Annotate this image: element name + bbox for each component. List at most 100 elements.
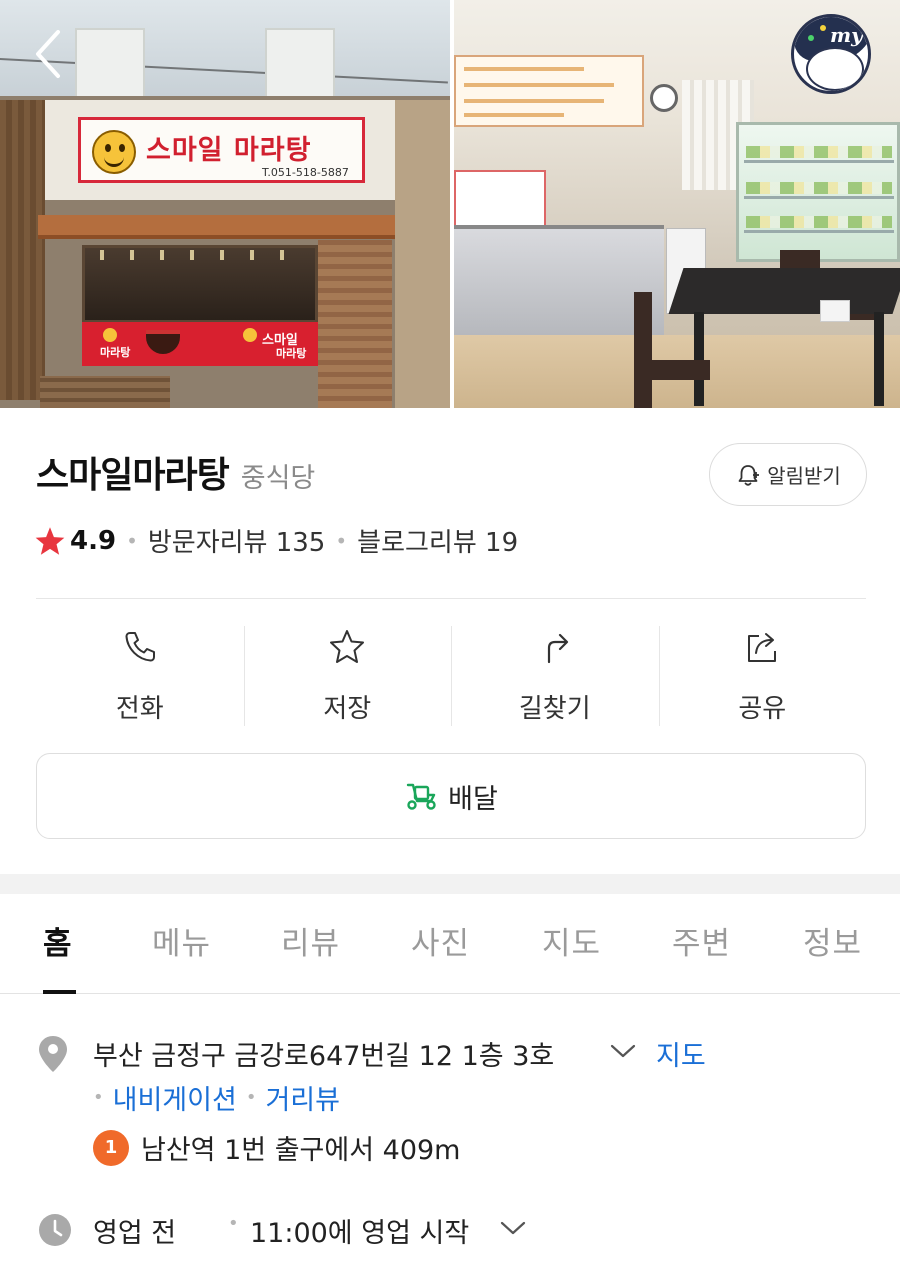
tab-photos[interactable]: 사진 <box>411 918 470 963</box>
table-leg <box>874 312 884 406</box>
avatar-label: my <box>830 23 863 47</box>
menu-line <box>464 67 584 71</box>
place-name: 스마일마라탕 <box>36 455 230 496</box>
signboard-phone: T.051-518-5887 <box>262 166 349 179</box>
hours-state: 영업 전 <box>93 1218 177 1249</box>
divider <box>36 598 866 599</box>
tab-nearby[interactable]: 주변 <box>672 918 731 963</box>
menu-line <box>464 113 564 117</box>
share-button[interactable]: 공유 <box>658 626 867 726</box>
share-label: 공유 <box>738 694 787 724</box>
display-shelf <box>744 230 894 233</box>
separator-dot: • <box>335 528 348 553</box>
save-label: 저장 <box>323 694 372 724</box>
tab-reviews[interactable]: 리뷰 <box>281 918 340 963</box>
side-wood-panel <box>318 240 392 408</box>
delivery-label: 배달 <box>448 783 498 815</box>
phone-icon <box>125 632 155 662</box>
window-lights <box>100 250 300 260</box>
wood-deck <box>40 376 170 408</box>
separator-dot: • <box>245 1087 257 1108</box>
street-view-link[interactable]: 거리뷰 <box>265 1078 340 1117</box>
call-label: 전화 <box>115 694 164 724</box>
call-button[interactable]: 전화 <box>36 626 244 726</box>
active-tab-indicator <box>43 990 76 994</box>
tab-map[interactable]: 지도 <box>542 918 601 963</box>
menu-board <box>454 55 644 127</box>
location-pin-icon <box>39 1036 67 1072</box>
table <box>668 268 900 314</box>
banner-smiley-icon <box>243 328 257 342</box>
subway-info: 1 남산역 1번 출구에서 409m <box>93 1128 460 1167</box>
wood-wall <box>0 100 45 400</box>
section-separator <box>0 874 900 894</box>
tab-info[interactable]: 정보 <box>803 918 862 963</box>
delivery-button[interactable]: 배달 <box>36 753 866 839</box>
chevron-down-icon[interactable] <box>608 1040 638 1062</box>
subway-distance-text: 남산역 1번 출구에서 409m <box>141 1135 461 1166</box>
tissue-box <box>820 300 850 322</box>
menu-line <box>464 83 614 87</box>
avatar-face <box>806 47 864 91</box>
navigation-link[interactable]: 내비게이션 <box>113 1078 237 1117</box>
chair <box>650 360 710 380</box>
action-bar: 전화 저장 길찾기 공유 <box>36 626 866 726</box>
clock-icon <box>39 1214 71 1246</box>
directions-button[interactable]: 길찾기 <box>451 626 659 726</box>
avatar-dot <box>808 35 814 41</box>
photo-gallery[interactable]: 스마일 마라탕 T.051-518-5887 마라탕 스마일 마라탕 <box>0 0 900 408</box>
place-category: 중식당 <box>240 463 316 494</box>
directions-label: 길찾기 <box>518 694 591 724</box>
chair <box>634 292 652 408</box>
avatar-dot <box>820 25 826 31</box>
address-text: 부산 금정구 금강로647번길 12 1층 3호 <box>93 1041 555 1072</box>
wall-clock <box>650 84 678 112</box>
counter <box>454 225 664 335</box>
chevron-left-icon <box>36 30 60 78</box>
ingredients <box>746 182 892 194</box>
ingredients <box>746 216 892 228</box>
banner-smiley-icon <box>103 328 117 342</box>
signboard-text: 스마일 마라탕 <box>146 135 312 166</box>
my-profile-avatar[interactable]: my <box>791 14 871 94</box>
banner-text-right-2: 마라탕 <box>276 347 307 360</box>
counter-sign <box>454 170 546 232</box>
rating-score: 4.9 <box>70 525 117 556</box>
navigation-links: • 내비게이션 • 거리뷰 <box>93 1078 340 1117</box>
smiley-logo-icon <box>92 130 136 174</box>
chevron-down-icon[interactable] <box>498 1217 528 1239</box>
tab-home[interactable]: 홈 <box>43 918 73 963</box>
building-tower <box>265 28 335 100</box>
save-button[interactable]: 저장 <box>243 626 452 726</box>
tab-menu[interactable]: 메뉴 <box>152 918 211 963</box>
hours-text: 11:00에 영업 시작 <box>250 1218 470 1249</box>
share-icon <box>748 633 777 662</box>
menu-line <box>464 99 604 103</box>
ingredients <box>746 146 892 158</box>
directions-icon <box>547 633 568 664</box>
banner-text-left: 마라탕 <box>100 346 131 359</box>
rating-row: 4.9 • 방문자리뷰 135 • 블로그리뷰 19 <box>34 522 518 559</box>
notify-button[interactable]: 알림받기 <box>709 443 867 506</box>
blog-reviews-link[interactable]: 블로그리뷰 19 <box>357 522 518 559</box>
subway-line-badge: 1 <box>93 1129 129 1166</box>
display-shelf <box>744 196 894 199</box>
place-title-row: 스마일마라탕 중식당 <box>36 446 315 498</box>
separator-dot: • <box>93 1087 104 1108</box>
tab-bar: 홈 메뉴 리뷰 사진 지도 주변 정보 <box>0 894 900 994</box>
map-link[interactable]: 지도 <box>656 1034 706 1073</box>
table-leg <box>694 312 704 406</box>
delivery-scooter-icon <box>406 783 436 810</box>
back-button[interactable] <box>28 26 72 82</box>
side-building <box>395 100 450 408</box>
display-shelf <box>744 160 894 163</box>
building-tower <box>75 28 145 100</box>
separator-dot: • <box>228 1213 239 1234</box>
notify-button-label: 알림받기 <box>767 464 841 488</box>
bell-plus-icon <box>738 464 760 486</box>
separator-dot: • <box>126 528 138 553</box>
visitor-reviews-link[interactable]: 방문자리뷰 135 <box>148 522 326 559</box>
star-rating-icon <box>35 526 65 555</box>
star-icon <box>330 630 365 663</box>
awning <box>38 215 396 239</box>
